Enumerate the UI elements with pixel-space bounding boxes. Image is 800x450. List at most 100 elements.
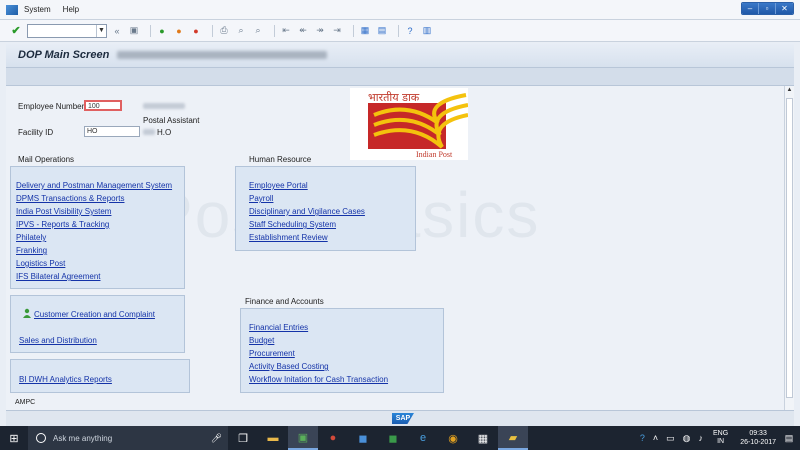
- finance-accounts-title: Finance and Accounts: [245, 297, 324, 306]
- link-ifs-bilateral[interactable]: IFS Bilateral Agreement: [16, 272, 100, 281]
- link-procurement[interactable]: Procurement: [249, 349, 295, 358]
- find-next-icon[interactable]: ⌕: [252, 25, 264, 37]
- taskbar-clock[interactable]: 09:33 26-10-2017: [740, 429, 776, 447]
- logo-english-text: Indian Post: [416, 150, 453, 159]
- sap-logo: SAP: [392, 413, 414, 424]
- find-icon[interactable]: ⌕: [235, 25, 247, 37]
- command-field[interactable]: ▼: [27, 23, 107, 38]
- menu-help[interactable]: Help: [63, 5, 79, 14]
- tray-chevron-icon[interactable]: ˄: [653, 433, 658, 443]
- scroll-up-icon[interactable]: ▲: [785, 86, 794, 95]
- application-toolbar: [6, 68, 794, 86]
- last-page-icon[interactable]: ⇥: [331, 25, 343, 37]
- vertical-scrollbar[interactable]: ▲: [784, 86, 794, 410]
- human-resource-title: Human Resource: [249, 155, 312, 164]
- logo-wings-icon: [373, 93, 468, 149]
- help-icon[interactable]: ?: [404, 25, 416, 37]
- exit-icon[interactable]: ●: [173, 25, 185, 37]
- link-delivery-postman[interactable]: Delivery and Postman Management System: [16, 181, 172, 190]
- designation-text: Postal Assistant: [143, 116, 200, 125]
- link-budget[interactable]: Budget: [249, 336, 274, 345]
- calculator-icon[interactable]: ▦: [468, 426, 498, 450]
- logo-emblem: [368, 93, 468, 149]
- task-view-icon[interactable]: ❐: [228, 426, 258, 450]
- link-india-post-visibility[interactable]: India Post Visibility System: [16, 207, 111, 216]
- link-disciplinary-vigilance[interactable]: Disciplinary and Vigilance Cases: [249, 207, 365, 216]
- help-circle-icon[interactable]: ?: [640, 433, 645, 443]
- layout-menu-icon[interactable]: ▥: [421, 25, 433, 37]
- link-logistics-post[interactable]: Logistics Post: [16, 259, 65, 268]
- toolbar-separator: [353, 24, 354, 37]
- close-icon[interactable]: ✕: [776, 3, 793, 14]
- windows-start-icon[interactable]: ⊞: [0, 426, 28, 450]
- sap-gui-taskbar-icon[interactable]: ▰: [498, 426, 528, 450]
- double-chevron-left-icon[interactable]: «: [111, 25, 123, 37]
- screen-title-bar: DOP Main Screen: [6, 43, 794, 68]
- save-icon[interactable]: ▣: [128, 25, 140, 37]
- india-post-logo: भारतीय डाक Indian Post: [350, 88, 468, 160]
- link-bi-dwh[interactable]: BI DWH Analytics Reports: [19, 375, 112, 384]
- shortcut-icon[interactable]: ▤: [376, 25, 388, 37]
- internet-explorer-icon[interactable]: e: [408, 426, 438, 450]
- battery-icon[interactable]: ▭: [666, 433, 675, 444]
- new-session-icon[interactable]: ▦: [359, 25, 371, 37]
- page-title: DOP Main Screen: [18, 49, 110, 61]
- link-sales-distribution[interactable]: Sales and Distribution: [19, 336, 97, 345]
- clock-date: 26-10-2017: [740, 439, 776, 446]
- minimize-icon[interactable]: –: [742, 3, 759, 14]
- standard-toolbar: ✔ ▼ « ▣ ● ● ● ⎙ ⌕ ⌕ ⇤ ↞ ↠ ⇥ ▦ ▤ ? ▥: [0, 20, 800, 42]
- ampc-text: AMPC: [15, 399, 36, 406]
- microphone-icon[interactable]: 🎤︎: [211, 433, 222, 444]
- link-staff-scheduling[interactable]: Staff Scheduling System: [249, 220, 336, 229]
- redacted-employee-name: [143, 103, 185, 109]
- sap-menu-icon[interactable]: [6, 4, 18, 15]
- first-page-icon[interactable]: ⇤: [280, 25, 292, 37]
- status-bar: SAP: [6, 410, 794, 426]
- previous-page-icon[interactable]: ↞: [297, 25, 309, 37]
- link-franking[interactable]: Franking: [16, 246, 47, 255]
- link-establishment-review[interactable]: Establishment Review: [249, 233, 328, 242]
- facility-id-label: Facility ID: [18, 128, 54, 137]
- menu-help-label: Help: [62, 5, 80, 14]
- link-dpms-transactions[interactable]: DPMS Transactions & Reports: [16, 194, 124, 203]
- taskbar-search-placeholder: Ask me anything: [53, 433, 113, 443]
- scroll-thumb[interactable]: [786, 98, 793, 398]
- redacted-facility-name: [143, 129, 155, 135]
- notification-icon[interactable]: ▤: [782, 433, 796, 444]
- link-customer-creation[interactable]: Customer Creation and Complaint: [34, 310, 155, 319]
- enter-check-icon[interactable]: ✔: [10, 25, 22, 37]
- window-controls: – ▫ ✕: [741, 2, 794, 15]
- cancel-icon[interactable]: ●: [190, 25, 202, 37]
- next-page-icon[interactable]: ↠: [314, 25, 326, 37]
- windows-taskbar: ⊞ Ask me anything 🎤︎ ❐ ▬ ▣ ● ◼ ◼ e ◉ ▦ ▰…: [0, 426, 800, 450]
- menu-system[interactable]: System: [24, 5, 51, 14]
- network-icon[interactable]: ◍: [683, 433, 691, 444]
- mail-operations-title: Mail Operations: [18, 155, 75, 164]
- volume-icon[interactable]: ♪: [699, 433, 704, 443]
- chevron-down-icon[interactable]: ▼: [96, 24, 106, 37]
- employee-number-label: Employee Number: [18, 102, 85, 111]
- taskbar-search[interactable]: Ask me anything 🎤︎: [28, 426, 228, 450]
- excel-icon[interactable]: ◼: [378, 426, 408, 450]
- user-icon: [23, 308, 31, 318]
- link-employee-portal[interactable]: Employee Portal: [249, 181, 308, 190]
- file-explorer-icon[interactable]: ▬: [258, 426, 288, 450]
- restore-icon[interactable]: ▫: [759, 3, 776, 14]
- link-payroll[interactable]: Payroll: [249, 194, 273, 203]
- link-philately[interactable]: Philately: [16, 233, 46, 242]
- cortana-icon: [36, 433, 46, 443]
- link-ipvs-reports[interactable]: IPVS - Reports & Tracking: [16, 220, 109, 229]
- facility-id-field[interactable]: HO: [84, 126, 140, 137]
- language-indicator[interactable]: ENG IN: [713, 430, 728, 446]
- print-icon[interactable]: ⎙: [218, 25, 230, 37]
- link-activity-based-costing[interactable]: Activity Based Costing: [249, 362, 329, 371]
- outlook-icon[interactable]: ◼: [348, 426, 378, 450]
- link-workflow-initiation[interactable]: Workflow Initation for Cash Transaction: [249, 375, 388, 384]
- menu-system-label: System: [24, 5, 51, 14]
- link-financial-entries[interactable]: Financial Entries: [249, 323, 308, 332]
- employee-number-field[interactable]: 100: [84, 100, 122, 111]
- back-icon[interactable]: ●: [156, 25, 168, 37]
- sap-logon-taskbar-icon[interactable]: ▣: [288, 426, 318, 450]
- media-app-icon[interactable]: ●: [318, 426, 348, 450]
- chrome-icon[interactable]: ◉: [438, 426, 468, 450]
